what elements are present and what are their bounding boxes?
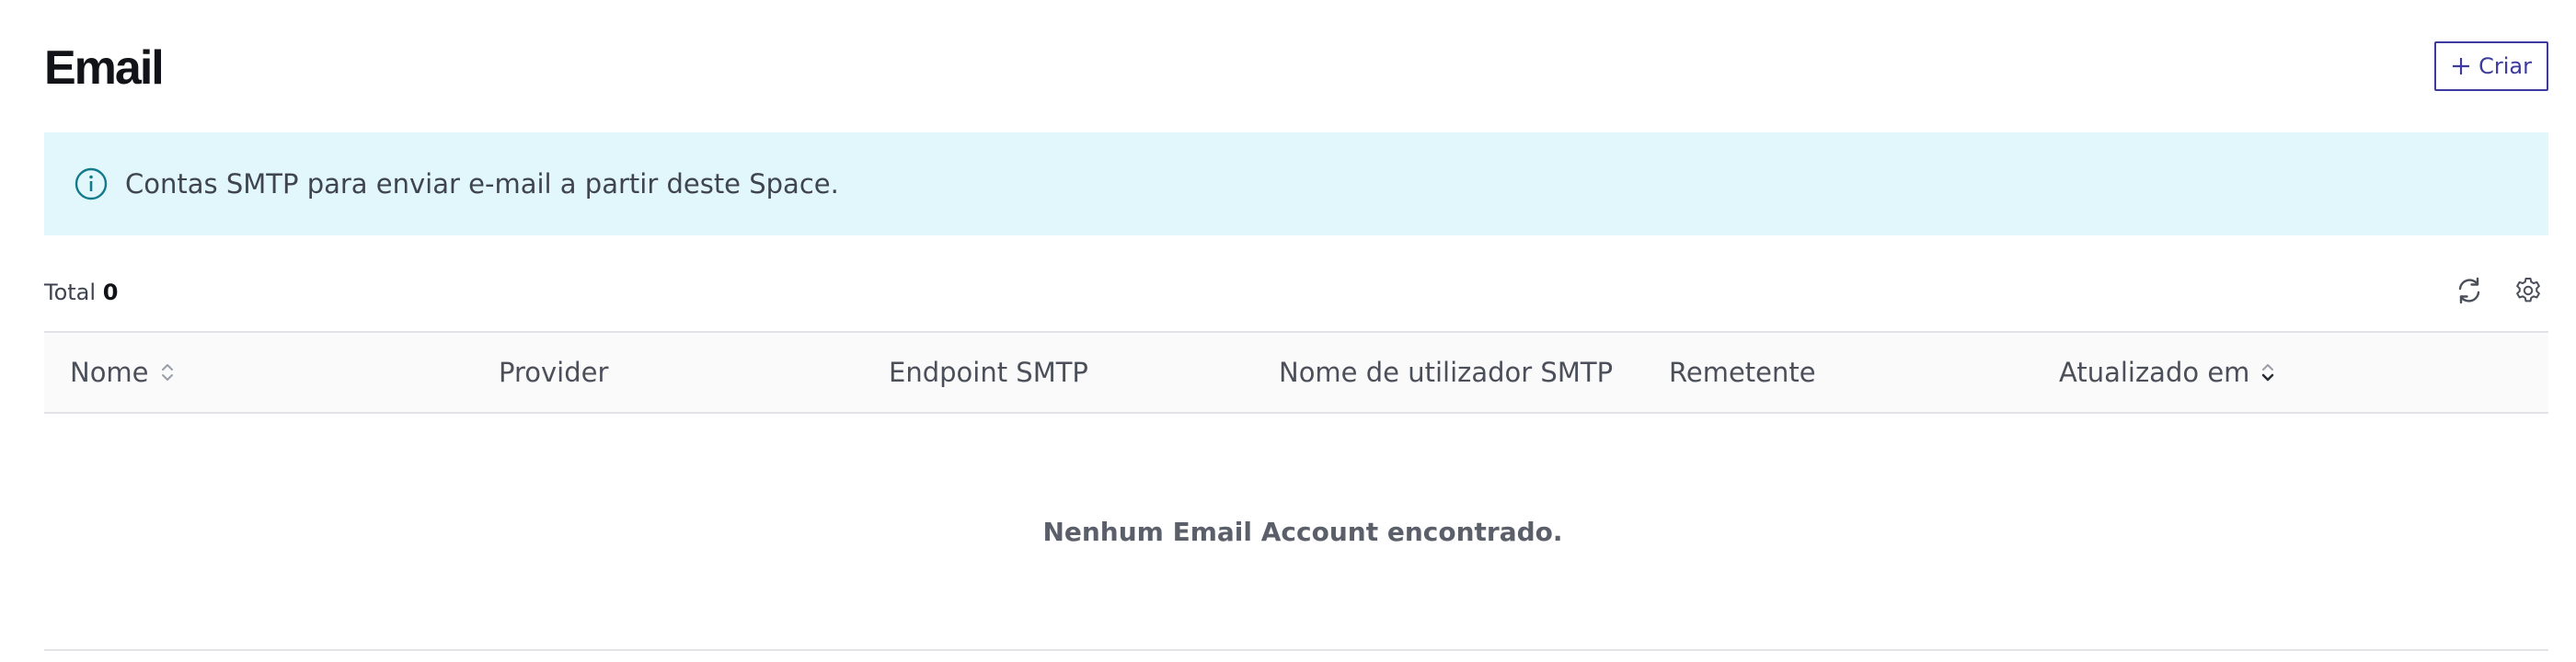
- refresh-icon: [2455, 276, 2484, 309]
- page-title: Email: [44, 41, 165, 95]
- table-toolbar: Total 0: [44, 267, 2548, 318]
- total-value: 0: [102, 280, 119, 305]
- sort-icon: [160, 361, 175, 383]
- email-accounts-page: Email Criar Contas SMTP para enviar e-ma…: [0, 0, 2576, 662]
- total-count: Total 0: [44, 280, 118, 305]
- info-icon: [74, 166, 109, 201]
- info-banner: Contas SMTP para enviar e-mail a partir …: [44, 132, 2548, 235]
- create-button-label: Criar: [2478, 53, 2532, 79]
- settings-button[interactable]: [2510, 274, 2547, 311]
- column-header-nome[interactable]: Nome: [70, 333, 175, 412]
- total-label: Total: [44, 280, 97, 305]
- column-header-endpoint-smtp: Endpoint SMTP: [889, 357, 1088, 388]
- sort-descending-icon: [2260, 361, 2275, 383]
- info-banner-text: Contas SMTP para enviar e-mail a partir …: [125, 168, 839, 200]
- table-header: Nome Provider Endpoint SMTP Nome de util…: [44, 331, 2548, 414]
- create-button[interactable]: Criar: [2434, 41, 2548, 91]
- page-header: Email Criar: [44, 35, 2548, 101]
- column-header-smtp-username: Nome de utilizador SMTP: [1279, 357, 1614, 388]
- empty-state-message: Nenhum Email Account encontrado.: [1042, 516, 1563, 547]
- gear-icon: [2513, 276, 2543, 309]
- column-header-provider: Provider: [499, 357, 609, 388]
- refresh-button[interactable]: [2451, 274, 2488, 311]
- plus-icon: [2451, 56, 2471, 76]
- table-body: Nenhum Email Account encontrado.: [44, 414, 2548, 651]
- column-header-remetente: Remetente: [1669, 357, 1816, 388]
- email-accounts-table: Nome Provider Endpoint SMTP Nome de util…: [44, 331, 2548, 651]
- column-header-atualizado-em[interactable]: Atualizado em: [2059, 333, 2275, 412]
